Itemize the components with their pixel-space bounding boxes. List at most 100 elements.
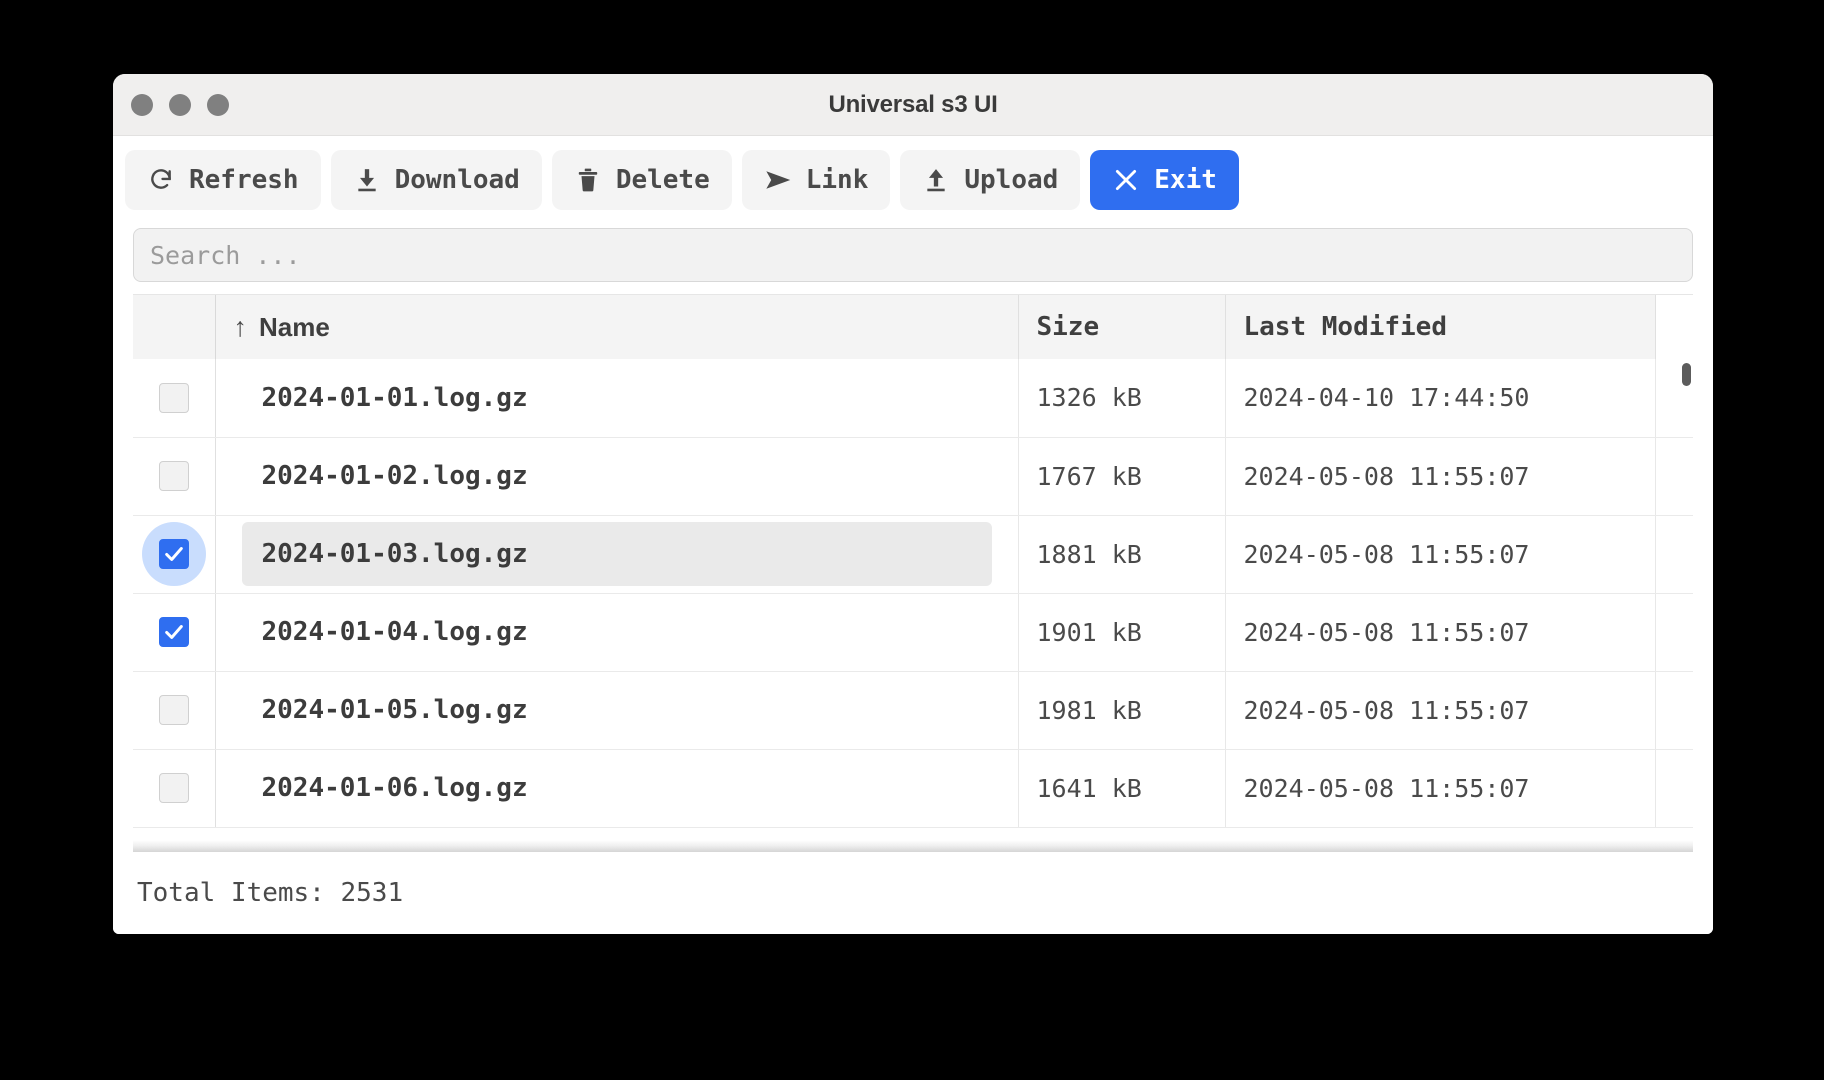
refresh-button[interactable]: Refresh bbox=[125, 150, 321, 210]
cell-name[interactable]: 2024-01-02.log.gz bbox=[215, 437, 1019, 516]
exit-button[interactable]: Exit bbox=[1090, 150, 1239, 210]
column-header-size[interactable]: Size bbox=[1018, 295, 1226, 359]
link-button-label: Link bbox=[805, 165, 869, 195]
vertical-scrollbar[interactable] bbox=[1681, 357, 1691, 852]
cell-name[interactable]: 2024-01-03.log.gz bbox=[215, 515, 1019, 594]
file-name-label: 2024-01-02.log.gz bbox=[261, 461, 528, 491]
cell-size: 1767 kB bbox=[1018, 437, 1226, 516]
link-button[interactable]: Link bbox=[741, 150, 891, 210]
row-checkbox-cell[interactable] bbox=[133, 437, 216, 516]
column-header-spacer bbox=[1655, 295, 1693, 359]
download-icon bbox=[353, 166, 381, 194]
file-modified-label: 2024-05-08 11:55:07 bbox=[1243, 539, 1530, 569]
refresh-icon bbox=[147, 166, 175, 194]
column-header-last-modified-label: Last Modified bbox=[1243, 312, 1448, 342]
row-checkbox[interactable] bbox=[142, 600, 206, 664]
file-name-highlight: 2024-01-02.log.gz bbox=[242, 444, 992, 508]
file-name-highlight: 2024-01-04.log.gz bbox=[242, 600, 992, 664]
row-checkbox-cell[interactable] bbox=[133, 593, 216, 672]
cell-last-modified: 2024-05-08 11:55:07 bbox=[1225, 671, 1656, 750]
file-name-highlight: 2024-01-05.log.gz bbox=[242, 678, 992, 742]
checkbox-checked-icon[interactable] bbox=[158, 539, 189, 569]
checkbox-unchecked-icon[interactable] bbox=[158, 773, 189, 803]
table-row[interactable]: 2024-01-06.log.gz 1641 kB 2024-05-08 11:55… bbox=[133, 749, 1693, 828]
checkbox-unchecked-icon[interactable] bbox=[158, 461, 189, 491]
table-row[interactable]: 2024-01-01.log.gz 1326 kB 2024-04-10 17:44… bbox=[133, 359, 1693, 438]
table-row[interactable]: 2024-01-02.log.gz 1767 kB 2024-05-08 11:55… bbox=[133, 437, 1693, 516]
row-checkbox[interactable] bbox=[142, 678, 206, 742]
cell-size: 1981 kB bbox=[1018, 671, 1226, 750]
table-row[interactable]: 2024-01-03.log.gz 1881 kB 2024-05-08 11:55… bbox=[133, 515, 1693, 594]
file-name-highlight: 2024-01-03.log.gz bbox=[241, 522, 992, 586]
cell-last-modified: 2024-05-08 11:55:07 bbox=[1225, 749, 1656, 828]
desktop-background: Universal s3 UI Refresh Download Delete … bbox=[0, 0, 1824, 1080]
vertical-scrollbar-thumb[interactable] bbox=[1682, 363, 1691, 386]
row-checkbox-cell[interactable] bbox=[133, 749, 216, 828]
file-table-container: ↑ Name Size Last Modified 2024-01-01.log… bbox=[133, 294, 1693, 852]
status-bar: Total Items: 2531 bbox=[113, 852, 1713, 934]
row-checkbox-cell[interactable] bbox=[133, 515, 216, 594]
column-header-size-label: Size bbox=[1036, 312, 1100, 342]
file-size-label: 1981 kB bbox=[1036, 695, 1142, 725]
row-checkbox[interactable] bbox=[142, 444, 206, 508]
file-modified-label: 2024-05-08 11:55:07 bbox=[1243, 461, 1530, 491]
checkbox-unchecked-icon[interactable] bbox=[158, 382, 189, 413]
download-button-label: Download bbox=[394, 165, 520, 195]
toolbar: Refresh Download Delete Link Upload Exit bbox=[113, 136, 1713, 222]
window-title: Universal s3 UI bbox=[828, 90, 998, 118]
search-input[interactable] bbox=[133, 228, 1693, 282]
close-x-icon bbox=[1112, 166, 1140, 194]
upload-icon bbox=[922, 166, 950, 194]
file-name-label: 2024-01-06.log.gz bbox=[261, 773, 528, 803]
file-modified-label: 2024-05-08 11:55:07 bbox=[1243, 695, 1530, 725]
row-checkbox[interactable] bbox=[141, 522, 206, 586]
table-header: ↑ Name Size Last Modified bbox=[133, 295, 1693, 359]
file-modified-label: 2024-05-08 11:55:07 bbox=[1243, 617, 1530, 647]
column-header-name[interactable]: ↑ Name bbox=[215, 295, 1019, 359]
file-name-highlight: 2024-01-06.log.gz bbox=[242, 756, 992, 820]
cell-last-modified: 2024-05-08 11:55:07 bbox=[1225, 515, 1656, 594]
cell-last-modified: 2024-05-08 11:55:07 bbox=[1225, 437, 1656, 516]
file-size-label: 1326 kB bbox=[1036, 383, 1142, 413]
column-header-select-all[interactable] bbox=[133, 295, 216, 359]
table-row[interactable]: 2024-01-04.log.gz 1901 kB 2024-05-08 11:55… bbox=[133, 593, 1693, 672]
file-name-highlight: 2024-01-01.log.gz bbox=[242, 366, 992, 430]
row-checkbox[interactable] bbox=[142, 366, 206, 430]
column-header-name-label: Name bbox=[259, 311, 330, 342]
horizontal-scrollbar[interactable] bbox=[133, 840, 1693, 852]
upload-button-label: Upload bbox=[964, 165, 1059, 195]
cell-size: 1641 kB bbox=[1018, 749, 1226, 828]
upload-button[interactable]: Upload bbox=[900, 150, 1081, 210]
cell-name[interactable]: 2024-01-06.log.gz bbox=[215, 749, 1019, 828]
app-window: Universal s3 UI Refresh Download Delete … bbox=[113, 74, 1713, 934]
cell-name[interactable]: 2024-01-04.log.gz bbox=[215, 593, 1019, 672]
file-table: ↑ Name Size Last Modified 2024-01-01.log… bbox=[133, 295, 1693, 828]
file-modified-label: 2024-04-10 17:44:50 bbox=[1243, 383, 1530, 413]
total-items-label: Total Items: 2531 bbox=[137, 878, 404, 908]
file-name-label: 2024-01-04.log.gz bbox=[261, 617, 528, 647]
cell-name[interactable]: 2024-01-01.log.gz bbox=[215, 359, 1019, 438]
column-header-last-modified[interactable]: Last Modified bbox=[1225, 295, 1656, 359]
refresh-button-label: Refresh bbox=[189, 165, 299, 195]
cell-last-modified: 2024-04-10 17:44:50 bbox=[1225, 359, 1656, 438]
file-size-label: 1641 kB bbox=[1036, 773, 1142, 803]
row-checkbox-cell[interactable] bbox=[133, 359, 216, 438]
checkbox-unchecked-icon[interactable] bbox=[158, 695, 189, 725]
title-bar: Universal s3 UI bbox=[113, 74, 1713, 136]
cell-size: 1901 kB bbox=[1018, 593, 1226, 672]
table-row[interactable]: 2024-01-05.log.gz 1981 kB 2024-05-08 11:55… bbox=[133, 671, 1693, 750]
download-button[interactable]: Download bbox=[330, 150, 542, 210]
row-checkbox-cell[interactable] bbox=[133, 671, 216, 750]
trash-icon bbox=[574, 166, 602, 194]
file-size-label: 1901 kB bbox=[1036, 617, 1142, 647]
file-size-label: 1767 kB bbox=[1036, 461, 1142, 491]
delete-button-label: Delete bbox=[615, 165, 710, 195]
sort-ascending-icon: ↑ bbox=[233, 311, 248, 342]
cell-size: 1881 kB bbox=[1018, 515, 1226, 594]
checkbox-checked-icon[interactable] bbox=[158, 617, 189, 647]
row-checkbox[interactable] bbox=[142, 756, 206, 820]
delete-button[interactable]: Delete bbox=[551, 150, 732, 210]
file-size-label: 1881 kB bbox=[1036, 539, 1142, 569]
send-icon bbox=[764, 166, 792, 194]
cell-name[interactable]: 2024-01-05.log.gz bbox=[215, 671, 1019, 750]
